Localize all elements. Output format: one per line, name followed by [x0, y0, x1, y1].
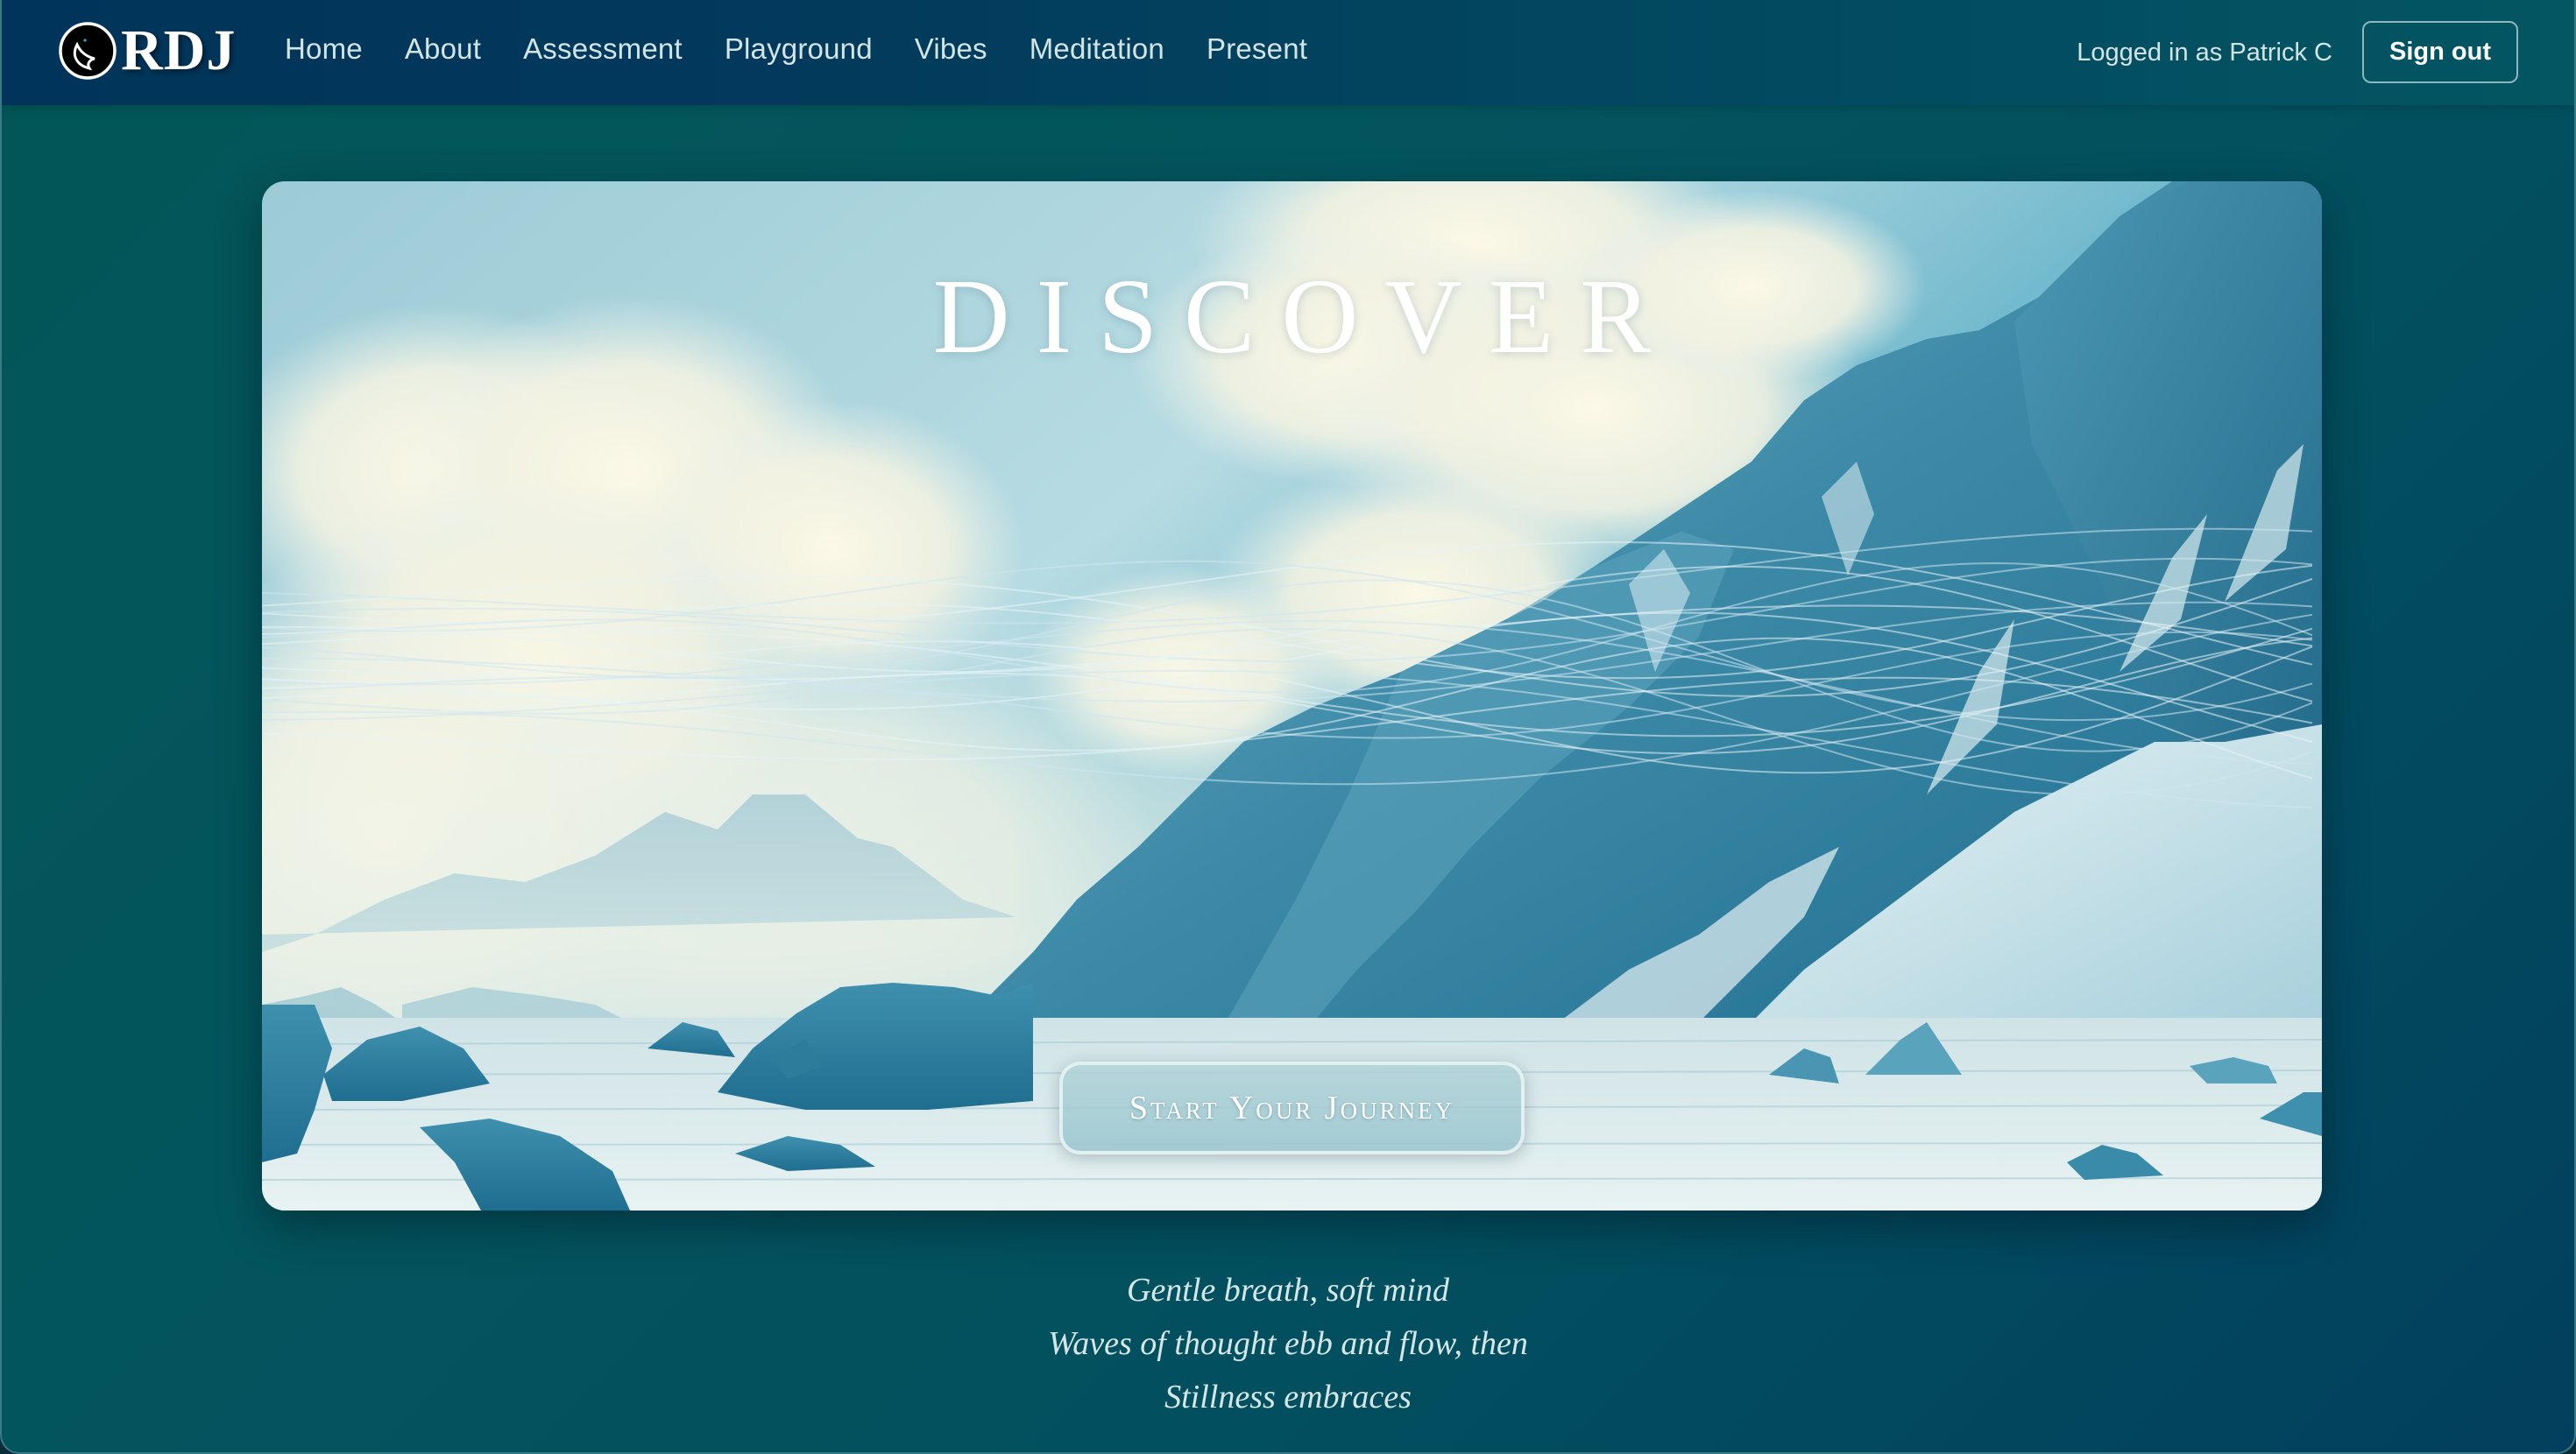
haiku-poem: Gentle breath, soft mind Waves of though…	[2, 1264, 2574, 1424]
app-window: RDJ Home About Assessment Playground Vib…	[0, 0, 2576, 1454]
nav-about[interactable]: About	[405, 30, 481, 68]
logo-home-link[interactable]: RDJ	[58, 19, 236, 82]
logo-text: RDJ	[121, 18, 237, 82]
hero-card: DISCOVER Start Your Journey	[262, 181, 2322, 1210]
nav-home[interactable]: Home	[285, 30, 363, 68]
nav-assessment[interactable]: Assessment	[523, 30, 683, 68]
logged-in-status: Logged in as Patrick C	[2077, 38, 2332, 67]
poem-line: Stillness embraces	[1164, 1379, 1412, 1415]
navbar: RDJ Home About Assessment Playground Vib…	[2, 0, 2574, 105]
main-nav: Home About Assessment Playground Vibes M…	[285, 30, 1307, 68]
start-journey-button[interactable]: Start Your Journey	[1059, 1062, 1525, 1154]
nav-meditation[interactable]: Meditation	[1030, 30, 1164, 68]
poem-line: Waves of thought ebb and flow, then	[1048, 1325, 1528, 1362]
sign-out-button[interactable]: Sign out	[2362, 21, 2518, 83]
poem-line: Gentle breath, soft mind	[1127, 1272, 1449, 1309]
nav-present[interactable]: Present	[1207, 30, 1307, 68]
hero-title: DISCOVER	[932, 258, 1678, 376]
nav-playground[interactable]: Playground	[725, 30, 873, 68]
bird-circle-logo-icon	[59, 22, 117, 80]
user-area: Logged in as Patrick C Sign out	[2077, 21, 2518, 83]
nav-vibes[interactable]: Vibes	[915, 30, 987, 68]
